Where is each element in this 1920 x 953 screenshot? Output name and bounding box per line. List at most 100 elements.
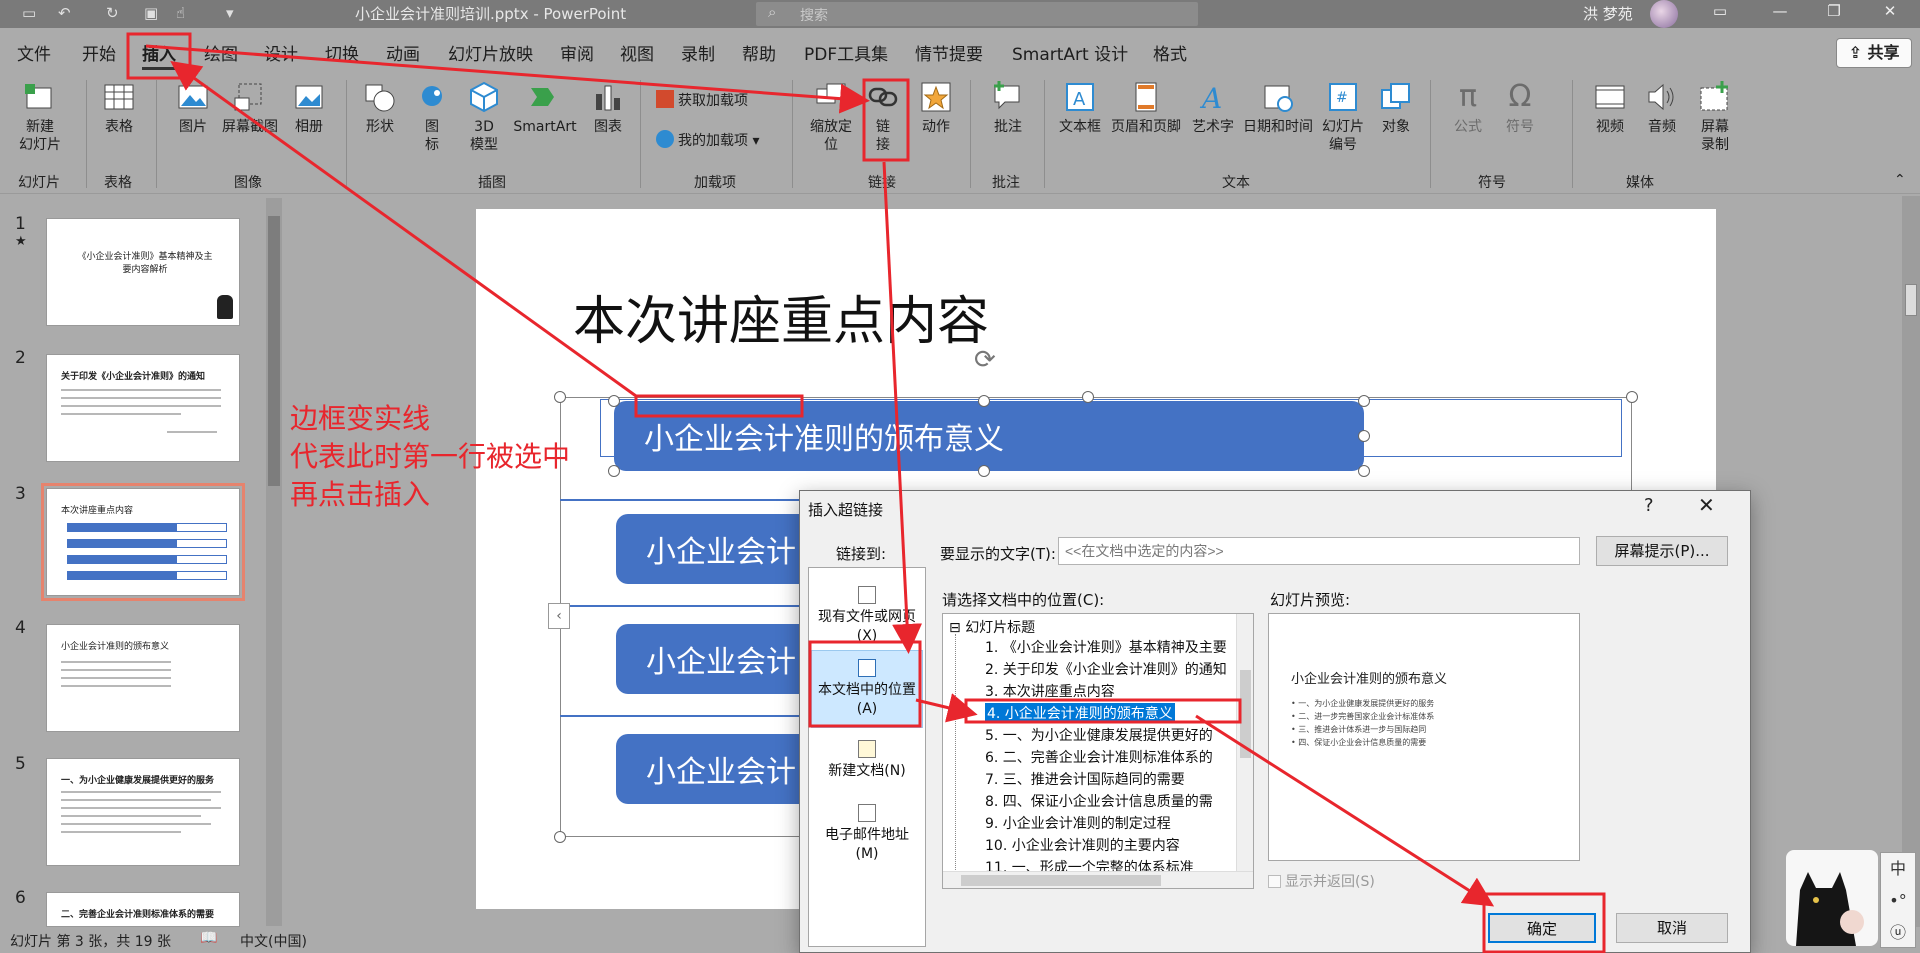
present-icon[interactable]: ▣ — [144, 4, 158, 22]
thumbnail-slide-3[interactable]: 本次讲座重点内容 — [41, 483, 245, 601]
search-box[interactable]: ⌕ 搜索 — [756, 2, 1198, 26]
help-button[interactable]: ? — [1644, 495, 1654, 516]
my-addins-button[interactable]: 我的加载项 ▾ — [656, 130, 759, 150]
tab-review[interactable]: 审阅 — [560, 40, 594, 65]
tree-item[interactable]: 9. 小企业会计准则的制定过程 — [985, 813, 1171, 833]
thumbnail-slide-2[interactable]: 关于印发《小企业会计准则》的通知 — [46, 354, 240, 462]
tree-item[interactable]: 10. 小企业会计准则的主要内容 — [985, 835, 1180, 855]
tab-file[interactable]: 文件 — [17, 40, 51, 65]
3d-models-button[interactable]: 3D 模型 — [462, 80, 506, 154]
resize-handle[interactable] — [608, 465, 620, 477]
minimize-icon[interactable]: — — [1760, 2, 1800, 26]
resize-handle[interactable] — [1358, 430, 1370, 442]
link-email-address[interactable]: 电子邮件地址 (M) — [811, 798, 923, 870]
thumbnail-slide-6[interactable]: 二、完善企业会计准则标准体系的需要 — [46, 892, 240, 927]
equation-button[interactable]: π 公式 — [1446, 80, 1490, 136]
tree-item[interactable]: 3. 本次讲座重点内容 — [985, 681, 1115, 701]
scroll-thumb[interactable] — [1905, 284, 1917, 316]
customize-icon[interactable]: ▾ — [226, 4, 234, 22]
ok-button[interactable]: 确定 — [1488, 913, 1596, 943]
tab-storyboard[interactable]: 情节提要 — [915, 40, 983, 65]
cancel-button[interactable]: 取消 — [1616, 913, 1728, 943]
picture-button[interactable]: 图片 — [168, 80, 218, 136]
tab-pdf-tools[interactable]: PDF工具集 — [804, 40, 888, 65]
datetime-button[interactable]: 日期和时间 — [1240, 80, 1316, 136]
smartart-button[interactable]: SmartArt — [512, 80, 578, 136]
link-new-document[interactable]: 新建文档(N) — [811, 734, 923, 787]
dialog-close-button[interactable]: ✕ — [1698, 493, 1715, 517]
avatar[interactable] — [1650, 0, 1678, 28]
display-text-input[interactable] — [1058, 537, 1580, 565]
slide-number-button[interactable]: # 幻灯片 编号 — [1318, 80, 1368, 154]
collapse-ribbon-icon[interactable]: ⌃ — [1894, 172, 1906, 188]
link-place-in-document[interactable]: 本文档中的位置 (A) — [811, 650, 923, 728]
tree-item-selected[interactable]: 4. 小企业会计准则的颁布意义 — [985, 703, 1175, 723]
show-and-return-checkbox[interactable]: 显示并返回(S) — [1268, 871, 1375, 891]
redo-icon[interactable]: ↻ — [106, 4, 119, 22]
chart-button[interactable]: 图表 — [588, 80, 628, 136]
wordart-button[interactable]: A 艺术字 — [1188, 80, 1238, 136]
tab-smartart-design[interactable]: SmartArt 设计 — [1012, 40, 1128, 65]
tab-view[interactable]: 视图 — [620, 40, 654, 65]
album-button[interactable]: 相册 — [284, 80, 334, 136]
resize-handle[interactable] — [1082, 391, 1094, 403]
tab-home[interactable]: 开始 — [82, 40, 116, 65]
restore-icon[interactable]: ❐ — [1814, 2, 1854, 26]
user-name[interactable]: 洪 梦苑 — [1583, 3, 1633, 24]
link-button[interactable]: 链 接 — [862, 80, 904, 154]
scroll-thumb[interactable] — [961, 875, 1161, 886]
tree-item[interactable]: 1. 《小企业会计准则》基本精神及主要 — [985, 637, 1227, 657]
ribbon-display-icon[interactable]: ▭ — [1700, 2, 1740, 26]
zoom-button[interactable]: 缩放定 位 — [804, 80, 858, 154]
thumbnail-scrollbar[interactable] — [266, 198, 282, 926]
resize-handle[interactable] — [554, 831, 566, 843]
textbox-button[interactable]: A 文本框 — [1054, 80, 1106, 136]
new-slide-button[interactable]: 新建 幻灯片 — [8, 80, 72, 154]
video-button[interactable]: 视频 — [1586, 80, 1634, 136]
editor-scrollbar[interactable] — [1902, 196, 1920, 927]
ime-punctuation-button[interactable]: •° — [1881, 885, 1915, 917]
tab-format[interactable]: 格式 — [1153, 40, 1187, 65]
thumbnail-slide-4[interactable]: 小企业会计准则的颁布意义 — [46, 624, 240, 732]
link-existing-file[interactable]: 现有文件或网页 (X) — [811, 580, 923, 652]
language-indicator[interactable]: 中文(中国) — [240, 931, 307, 951]
resize-handle[interactable] — [978, 395, 990, 407]
screenshot-button[interactable]: 屏幕截图 — [218, 80, 282, 136]
action-button[interactable]: 动作 — [914, 80, 958, 136]
smartart-text-pane-toggle[interactable]: ‹ — [548, 603, 570, 629]
scroll-thumb[interactable] — [268, 216, 280, 486]
tree-item[interactable]: 8. 四、保证小企业会计信息质量的需 — [985, 791, 1213, 811]
save-icon[interactable]: ▭ — [22, 4, 36, 22]
tab-draw[interactable]: 绘图 — [204, 40, 238, 65]
resize-handle[interactable] — [608, 395, 620, 407]
tab-transitions[interactable]: 切换 — [325, 40, 359, 65]
tree-item[interactable]: 7. 三、推进会计国际趋同的需要 — [985, 769, 1185, 789]
tree-item[interactable]: 6. 二、完善企业会计准则标准体系的 — [985, 747, 1213, 767]
tree-horizontal-scrollbar[interactable] — [943, 871, 1253, 888]
undo-icon[interactable]: ↶ — [58, 4, 71, 22]
share-button[interactable]: ⇪ 共享 — [1836, 38, 1912, 68]
resize-handle[interactable] — [1358, 465, 1370, 477]
tree-item[interactable]: 2. 关于印发《小企业会计准则》的通知 — [985, 659, 1227, 679]
resize-handle[interactable] — [978, 465, 990, 477]
object-button[interactable]: 对象 — [1372, 80, 1420, 136]
tab-record[interactable]: 录制 — [681, 40, 715, 65]
header-footer-button[interactable]: 页眉和页脚 — [1108, 80, 1184, 136]
symbol-button[interactable]: Ω 符号 — [1498, 80, 1542, 136]
ime-mode-button[interactable]: 中 — [1881, 853, 1915, 885]
spellcheck-icon[interactable]: 📖 — [200, 930, 217, 946]
table-button[interactable]: 表格 — [96, 80, 142, 136]
resize-handle[interactable] — [1626, 391, 1638, 403]
tab-design[interactable]: 设计 — [264, 40, 298, 65]
ime-settings-button[interactable]: ⓤ — [1881, 917, 1915, 949]
scroll-thumb[interactable] — [1240, 670, 1251, 758]
close-icon[interactable]: ✕ — [1870, 2, 1910, 26]
shapes-button[interactable]: 形状 — [358, 80, 402, 136]
resize-handle[interactable] — [1358, 395, 1370, 407]
smartart-item-1[interactable]: 小企业会计准则的颁布意义 — [614, 401, 1364, 471]
slide-title[interactable]: 本次讲座重点内容 — [573, 279, 989, 354]
document-place-tree[interactable]: ⊟ 幻灯片标题 1. 《小企业会计准则》基本精神及主要 2. 关于印发《小企业会… — [942, 613, 1254, 889]
tab-animations[interactable]: 动画 — [386, 40, 420, 65]
tree-vertical-scrollbar[interactable] — [1236, 614, 1253, 871]
tab-slideshow[interactable]: 幻灯片放映 — [448, 40, 533, 65]
